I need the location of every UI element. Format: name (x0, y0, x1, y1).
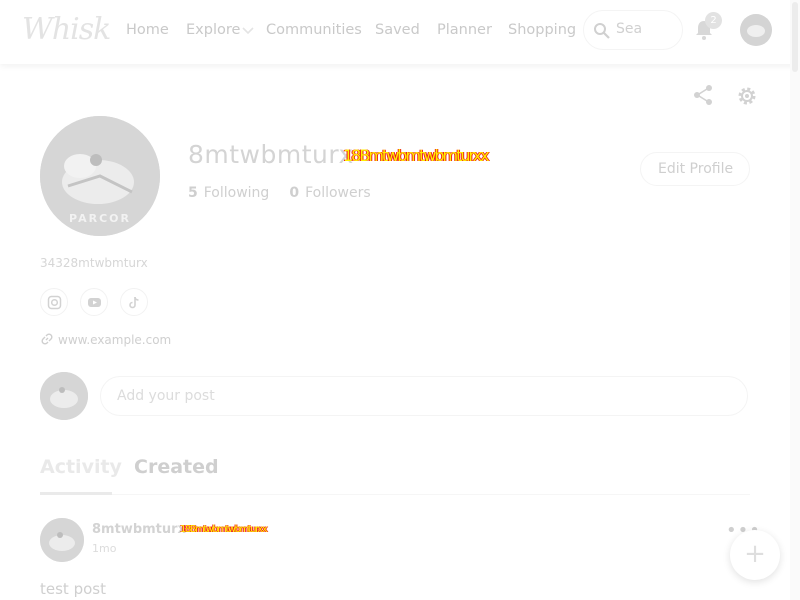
composer-avatar (40, 372, 88, 420)
link-icon (41, 333, 53, 345)
profile-handle: 34328mtwbmturx (40, 256, 148, 270)
instagram-link[interactable] (40, 288, 68, 316)
youtube-icon (88, 298, 101, 307)
active-tab-indicator (40, 492, 112, 495)
follow-stats: 5 Following 0 Followers (188, 185, 371, 201)
nav-shopping[interactable]: Shopping (508, 22, 576, 38)
website-link[interactable]: www.example.com (40, 332, 171, 347)
followers-label: Followers (305, 185, 371, 201)
create-post-fab[interactable]: + (730, 530, 780, 580)
post-timestamp: 1mo (92, 542, 117, 555)
search-box[interactable] (583, 10, 683, 50)
following-label: Following (203, 185, 270, 201)
tab-created[interactable]: Created (134, 456, 219, 478)
followers-link[interactable]: 0 Followers (289, 185, 370, 201)
top-navigation-bar: Whisk Home Explore Communities Saved Pla… (0, 0, 800, 64)
search-icon (594, 23, 610, 39)
composer-avatar-image (40, 372, 88, 420)
avatar-image (740, 14, 772, 46)
following-link[interactable]: 5 Following (188, 185, 269, 201)
nav-home[interactable]: Home (126, 22, 169, 38)
display-name-overlay: 18Bmtwbmtwbmturxx (343, 146, 490, 165)
add-post-input[interactable] (100, 376, 748, 416)
post-author-overlay: 18Bmtwbmtwbmturxx (180, 524, 268, 535)
followers-count: 0 (289, 185, 300, 201)
profile-avatar: PARCOR (40, 116, 160, 236)
nav-explore[interactable]: Explore (186, 22, 240, 38)
nav-communities[interactable]: Communities (266, 22, 362, 38)
scrollbar-thumb[interactable] (792, 2, 798, 72)
post-avatar-image (40, 518, 84, 562)
instagram-icon (47, 295, 62, 310)
youtube-link[interactable] (80, 288, 108, 316)
page-scrollbar[interactable] (790, 0, 800, 600)
tab-activity[interactable]: Activity (40, 456, 122, 478)
post-author-avatar[interactable] (40, 518, 84, 562)
nav-planner[interactable]: Planner (437, 22, 492, 38)
share-icon[interactable] (692, 84, 714, 106)
chevron-down-icon[interactable] (240, 22, 256, 38)
post-author-name[interactable]: 8mtwbmturx (92, 522, 186, 537)
tabs-divider (40, 494, 750, 495)
notification-badge: 2 (705, 12, 722, 29)
website-url: www.example.com (58, 333, 172, 347)
nav-saved[interactable]: Saved (375, 22, 420, 38)
tiktok-link[interactable] (120, 288, 148, 316)
tiktok-icon (129, 296, 139, 309)
edit-profile-button[interactable]: Edit Profile (640, 152, 750, 186)
avatar-caption: PARCOR (69, 212, 131, 225)
user-avatar[interactable] (740, 14, 772, 46)
following-count: 5 (188, 185, 198, 201)
gear-icon[interactable] (735, 84, 759, 108)
post-body: test post (40, 580, 106, 598)
profile-display-name: 8mtwbmturx (188, 140, 354, 169)
whisk-logo[interactable]: Whisk (22, 12, 111, 47)
search-input[interactable] (616, 21, 676, 37)
